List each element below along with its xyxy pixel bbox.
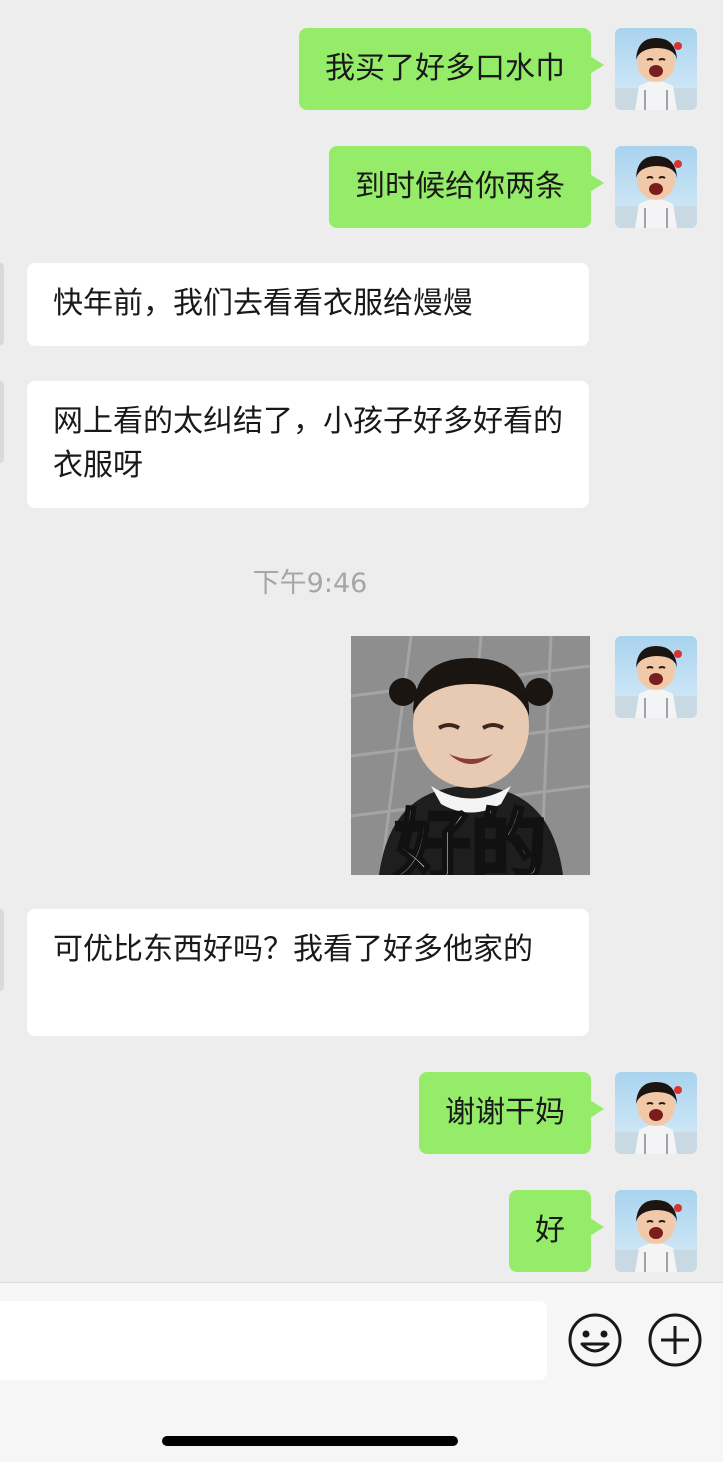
contact-avatar[interactable]	[0, 263, 4, 345]
plus-circle-icon	[648, 1313, 702, 1367]
emoji-button[interactable]	[567, 1312, 623, 1368]
message-bubble-outgoing[interactable]: 我买了好多口水巾	[299, 28, 604, 110]
self-avatar[interactable]	[615, 1072, 697, 1154]
message-bubble-incoming[interactable]: 快年前，我们去看看衣服给熳熳	[27, 263, 589, 346]
message-bubble-incoming[interactable]: 可优比东西好吗？我看了好多他家的	[27, 909, 589, 1036]
self-avatar[interactable]	[615, 1190, 697, 1272]
more-button[interactable]	[647, 1312, 703, 1368]
child-avatar-icon	[615, 636, 697, 718]
self-avatar[interactable]	[615, 146, 697, 228]
message-timestamp: 下午9:46	[252, 568, 368, 599]
message-bubble-outgoing[interactable]: 谢谢干妈	[419, 1072, 604, 1154]
self-avatar[interactable]	[615, 28, 697, 110]
smiley-face-icon	[568, 1313, 622, 1367]
contact-avatar[interactable]	[0, 909, 4, 991]
contact-avatar[interactable]	[0, 381, 4, 463]
input-bar	[0, 1282, 723, 1462]
self-avatar[interactable]	[615, 636, 697, 718]
sticker-message[interactable]: 好的	[351, 636, 590, 875]
home-indicator[interactable]	[162, 1436, 458, 1446]
child-avatar-icon	[615, 28, 697, 110]
message-bubble-incoming[interactable]: 网上看的太纠结了，小孩子好多好看的衣服呀	[27, 381, 589, 508]
chat-area[interactable]: 我买了好多口水巾 到时候给你两条 快年前，我们去看看衣服给熳熳 网上看的太纠结了…	[0, 0, 723, 1282]
child-avatar-icon	[615, 1072, 697, 1154]
child-avatar-icon	[615, 146, 697, 228]
child-avatar-icon	[615, 1190, 697, 1272]
message-bubble-outgoing[interactable]: 到时候给你两条	[329, 146, 604, 228]
sticker-caption: 好的	[393, 800, 548, 876]
message-input[interactable]	[0, 1301, 547, 1380]
message-bubble-outgoing[interactable]: 好	[509, 1190, 604, 1272]
